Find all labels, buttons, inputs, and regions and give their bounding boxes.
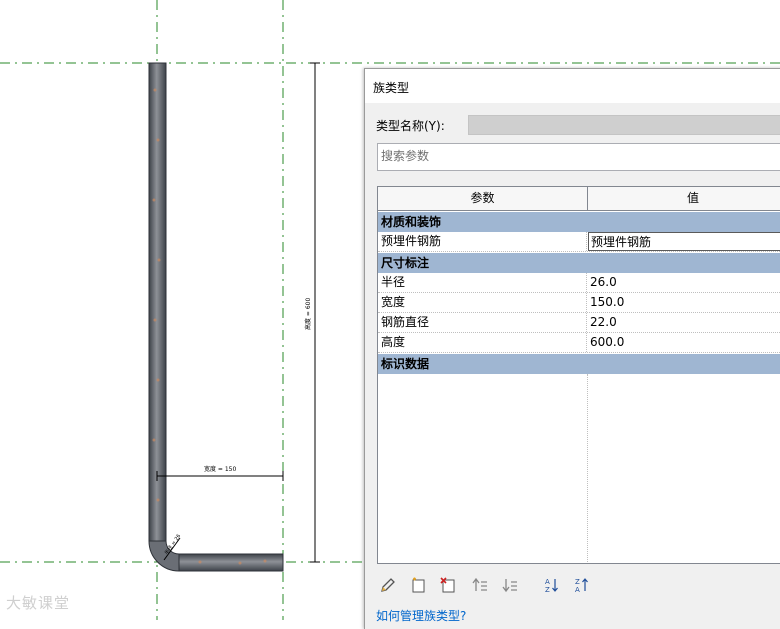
param-row-bar-diameter[interactable]: 钢筋直径 22.0 — [378, 313, 780, 333]
svg-text:Z: Z — [575, 578, 580, 586]
param-value-field[interactable]: 26.0 — [588, 273, 780, 292]
watermark-logo: 大敏课堂 — [6, 594, 71, 612]
param-row-radius[interactable]: 半径 26.0 — [378, 273, 780, 293]
grid-body: 材质和装饰 预埋件钢筋 预埋件钢筋 尺寸标注 半径 26.0 宽度 150.0 … — [378, 211, 780, 563]
column-divider — [587, 374, 588, 563]
type-name-label: 类型名称(Y): — [376, 119, 445, 133]
column-header-parameter[interactable]: 参数 — [378, 187, 588, 210]
param-value-field[interactable]: 600.0 — [588, 333, 780, 352]
dialog-title: 族类型 — [373, 81, 410, 95]
rebar-shape[interactable] — [148, 62, 284, 572]
rebar-vertical-leg[interactable] — [148, 62, 167, 542]
manage-family-types-help-link[interactable]: 如何管理族类型? — [376, 607, 466, 624]
rebar-texture-dots — [152, 88, 267, 565]
width-dimension-label: 宽度 = 150 — [204, 465, 236, 473]
group-materials[interactable]: 材质和装饰 — [378, 211, 780, 232]
svg-text:A: A — [545, 578, 550, 586]
svg-text:A: A — [575, 586, 580, 594]
family-types-dialog: 族类型 类型名称(Y): 搜索参数 参数 值 材质和装饰 预埋件钢筋 预埋件钢筋… — [364, 68, 780, 629]
param-name: 预埋件钢筋 — [378, 232, 587, 251]
group-dimensions[interactable]: 尺寸标注 — [378, 252, 780, 273]
dialog-titlebar[interactable] — [365, 69, 780, 103]
rebar-horizontal-leg[interactable] — [178, 553, 284, 572]
param-name: 钢筋直径 — [378, 313, 587, 332]
sort-ascending-icon[interactable]: AZ — [541, 574, 563, 596]
param-row-embedded-rebar[interactable]: 预埋件钢筋 预埋件钢筋 — [378, 232, 780, 252]
column-header-value[interactable]: 值 — [588, 187, 780, 210]
delete-type-icon[interactable] — [437, 574, 459, 596]
new-type-icon[interactable] — [407, 574, 429, 596]
sort-descending-icon[interactable]: ZA — [571, 574, 593, 596]
grid-empty-area — [378, 374, 780, 563]
height-dimension-label: 高度 = 600 — [304, 298, 312, 330]
type-name-dropdown[interactable] — [468, 115, 780, 135]
svg-text:Z: Z — [545, 586, 550, 594]
param-name: 宽度 — [378, 293, 587, 312]
param-value-field[interactable]: 150.0 — [588, 293, 780, 312]
search-parameters-input[interactable]: 搜索参数 — [377, 143, 780, 171]
param-name: 半径 — [378, 273, 587, 292]
param-value-field[interactable]: 预埋件钢筋 — [588, 232, 780, 251]
parameters-grid: 参数 值 材质和装饰 预埋件钢筋 预埋件钢筋 尺寸标注 半径 26.0 宽度 1… — [377, 186, 780, 564]
param-row-height[interactable]: 高度 600.0 — [378, 333, 780, 353]
move-up-icon[interactable] — [469, 574, 491, 596]
grid-header: 参数 值 — [378, 187, 780, 211]
param-name: 高度 — [378, 333, 587, 352]
move-down-icon[interactable] — [499, 574, 521, 596]
pencil-icon[interactable] — [377, 574, 399, 596]
param-row-width[interactable]: 宽度 150.0 — [378, 293, 780, 313]
group-identity-data[interactable]: 标识数据 — [378, 353, 780, 374]
param-value-field[interactable]: 22.0 — [588, 313, 780, 332]
